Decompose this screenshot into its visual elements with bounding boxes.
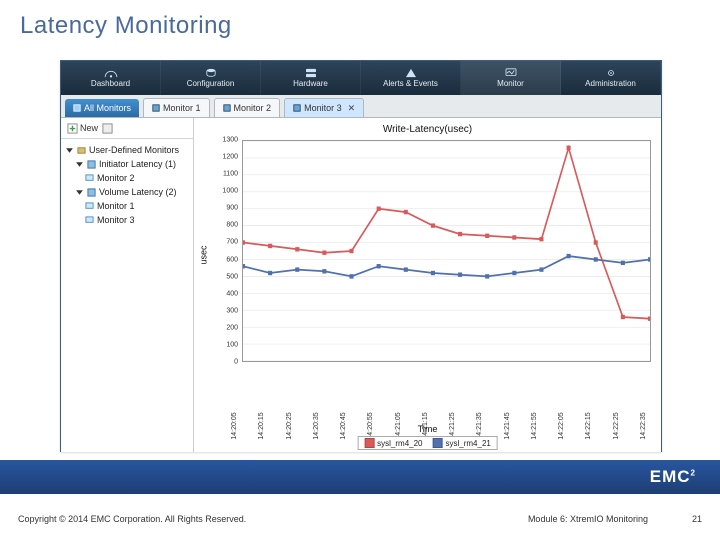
menubar-hardware[interactable]: Hardware [261, 61, 361, 95]
emc-logo: EMC2 [650, 467, 696, 487]
stack-icon [204, 68, 218, 78]
caret-down-icon [75, 188, 84, 197]
tab-monitor2[interactable]: Monitor 2 [214, 98, 281, 117]
menubar-label: Alerts & Events [383, 79, 438, 88]
x-axis-label: Time [194, 424, 661, 434]
monitor-tree-panel: New User-Defined Monitors I [61, 118, 194, 452]
tree-item[interactable]: Monitor 3 [65, 213, 189, 227]
main-menubar: Dashboard Configuration Hardware Alerts … [61, 61, 661, 95]
monitor-icon [504, 68, 518, 78]
y-ticks: 0100200300400500600700800900100011001200… [208, 140, 240, 362]
toolbar-secondary-button[interactable] [102, 123, 113, 134]
module-label: Module 6: XtremIO Monitoring [528, 514, 648, 524]
monitor-icon [85, 216, 94, 225]
sidebar-toolbar: New [61, 118, 193, 139]
menubar-configuration[interactable]: Configuration [161, 61, 261, 95]
chart-plot [242, 140, 651, 362]
menubar-label: Monitor [497, 79, 524, 88]
slide-title: Latency Monitoring [20, 12, 232, 40]
chart-legend: sysl_rm4_20sysl_rm4_21 [357, 436, 498, 450]
chart-svg [243, 141, 650, 361]
tree-root[interactable]: User-Defined Monitors [65, 143, 189, 157]
menubar-label: Administration [585, 79, 636, 88]
folder-icon [77, 146, 86, 155]
menubar-label: Configuration [187, 79, 235, 88]
server-icon [304, 68, 318, 78]
tab-monitor1[interactable]: Monitor 1 [143, 98, 210, 117]
tab-label: Monitor 3 [304, 103, 342, 113]
tab-all-monitors[interactable]: All Monitors [65, 99, 139, 117]
gauge-icon [104, 68, 118, 78]
tree-label: Monitor 3 [97, 215, 135, 225]
new-button[interactable]: New [67, 123, 98, 134]
monitor-icon [85, 202, 94, 211]
tree-label: Monitor 1 [97, 201, 135, 211]
tree-label: User-Defined Monitors [89, 145, 179, 155]
tree-label: Monitor 2 [97, 173, 135, 183]
tab-icon [293, 104, 301, 112]
new-button-label: New [80, 123, 98, 133]
app-window: Dashboard Configuration Hardware Alerts … [60, 60, 662, 452]
close-icon[interactable]: ✕ [348, 103, 356, 114]
chart-title: Write-Latency(usec) [194, 124, 661, 135]
tab-bar: All Monitors Monitor 1 Monitor 2 Monitor… [61, 95, 661, 118]
slide-footer: Copyright © 2014 EMC Corporation. All Ri… [0, 498, 720, 540]
copyright: Copyright © 2014 EMC Corporation. All Ri… [18, 514, 246, 524]
caret-down-icon [65, 146, 74, 155]
tab-label: All Monitors [84, 103, 131, 113]
tree-group[interactable]: Volume Latency (2) [65, 185, 189, 199]
menubar-admin[interactable]: Administration [561, 61, 661, 95]
tab-icon [152, 104, 160, 112]
menubar-dashboard[interactable]: Dashboard [61, 61, 161, 95]
chart-panel: Write-Latency(usec) usec 010020030040050… [194, 118, 661, 452]
alert-icon [404, 68, 418, 78]
tree-item[interactable]: Monitor 1 [65, 199, 189, 213]
tab-label: Monitor 2 [234, 103, 272, 113]
group-icon [87, 188, 96, 197]
new-icon [67, 123, 78, 134]
tab-label: Monitor 1 [163, 103, 201, 113]
menubar-label: Dashboard [91, 79, 130, 88]
page-number: 21 [678, 514, 702, 524]
tab-monitor3[interactable]: Monitor 3 ✕ [284, 98, 364, 117]
brand-bar: EMC2 [0, 460, 720, 494]
tree-item[interactable]: Monitor 2 [65, 171, 189, 185]
x-ticks: 14:20:0514:20:1514:20:2514:20:3514:20:45… [242, 364, 651, 426]
tab-icon [73, 104, 81, 112]
menubar-alerts[interactable]: Alerts & Events [361, 61, 461, 95]
tree-group[interactable]: Initiator Latency (1) [65, 157, 189, 171]
caret-down-icon [75, 160, 84, 169]
tree-label: Initiator Latency (1) [99, 159, 176, 169]
menubar-label: Hardware [293, 79, 328, 88]
menubar-monitor[interactable]: Monitor [461, 61, 561, 95]
monitor-icon [85, 174, 94, 183]
monitor-tree: User-Defined Monitors Initiator Latency … [61, 139, 193, 231]
tree-label: Volume Latency (2) [99, 187, 177, 197]
group-icon [87, 160, 96, 169]
gear-icon [604, 68, 618, 78]
tab-icon [223, 104, 231, 112]
toolbar-icon [102, 123, 113, 134]
